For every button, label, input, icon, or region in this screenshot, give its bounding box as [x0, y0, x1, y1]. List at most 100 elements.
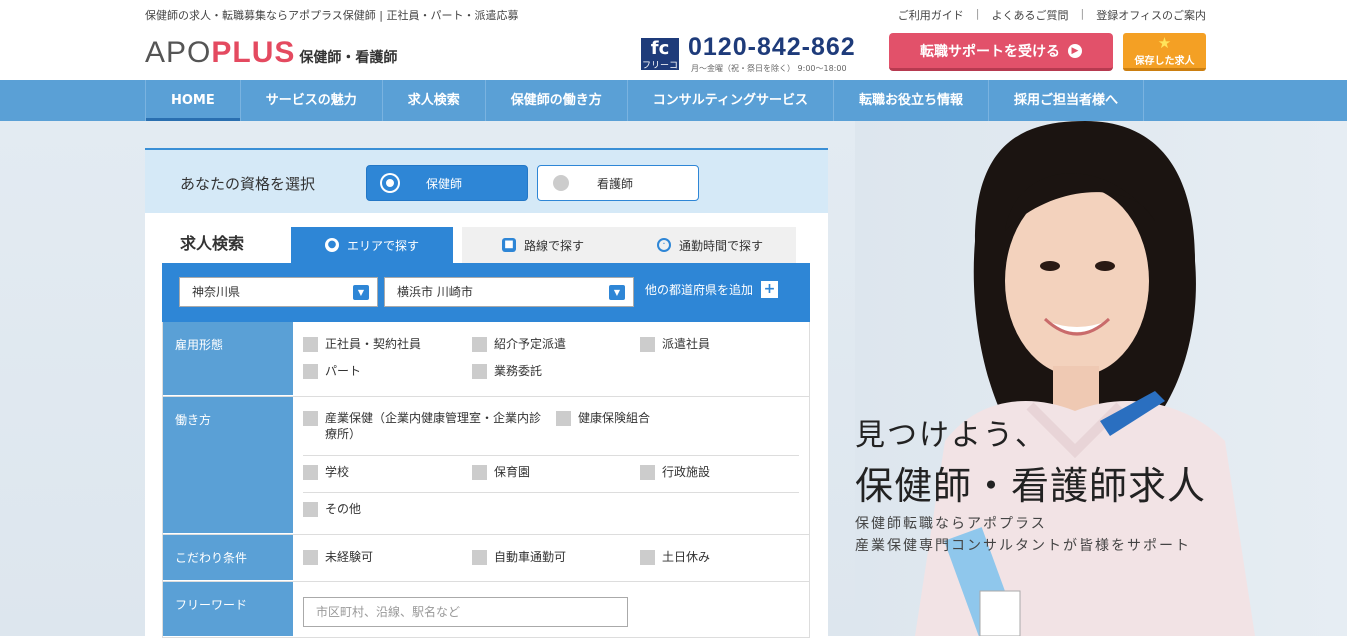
qualification-label: 看護師 — [597, 176, 634, 191]
saved-jobs-label: 保存した求人 — [1134, 56, 1195, 67]
checkbox-label: 業務委託 — [494, 364, 543, 378]
phone-hours: 月～金曜（祝・祭日を除く） 9:00～18:00 — [691, 64, 847, 73]
offices-link[interactable]: 登録オフィスのご案内 — [1096, 7, 1206, 23]
checkbox-icon — [472, 364, 487, 379]
logo-plus: PLUS — [211, 36, 296, 69]
checkbox-icon — [640, 550, 655, 565]
checkbox-temp-to-perm[interactable]: 紹介予定派遣 — [472, 336, 566, 352]
filter-employment: 雇用形態 正社員・契約社員 紹介予定派遣 派遣社員 パート 業務委託 — [162, 322, 810, 397]
checkbox-other[interactable]: その他 — [303, 501, 361, 517]
filter-label: こだわり条件 — [163, 535, 293, 581]
checkbox-label: 派遣社員 — [662, 337, 711, 351]
add-prefecture-label: 他の都道府県を追加 — [645, 283, 754, 297]
hero-sub-1: 保健師転職ならアポプラス — [855, 516, 1047, 532]
link-separator: | — [975, 7, 980, 20]
map-pin-icon: ● — [324, 238, 339, 252]
nav-workstyles[interactable]: 保健師の働き方 — [486, 80, 628, 121]
site-header: 保健師の求人・転職募集ならアポプラス保健師 | 正社員・パート・派遣応募 ご利用… — [0, 0, 1347, 83]
checkbox-label: 未経験可 — [325, 550, 374, 564]
checkbox-school[interactable]: 学校 — [303, 464, 349, 480]
utility-links: ご利用ガイド | よくあるご質問 | 登録オフィスのご案内 — [898, 7, 1206, 23]
checkbox-contract[interactable]: 業務委託 — [472, 363, 542, 379]
site-tagline: 保健師の求人・転職募集ならアポプラス保健師 | 正社員・パート・派遣応募 — [145, 9, 519, 22]
checkbox-label: 学校 — [325, 465, 350, 479]
row-divider — [303, 492, 799, 493]
checkbox-fulltime[interactable]: 正社員・契約社員 — [303, 336, 421, 352]
nav-job-search[interactable]: 求人検索 — [383, 80, 486, 121]
checkbox-icon — [303, 502, 318, 517]
filter-workstyle: 働き方 産業保健（企業内健康管理室・企業内診療所） 健康保険組合 学校 保育園 … — [162, 397, 810, 535]
checkbox-nursery[interactable]: 保育園 — [472, 464, 530, 480]
checkbox-label: 保育園 — [494, 465, 531, 479]
checkbox-label: 紹介予定派遣 — [494, 337, 567, 351]
prefecture-select[interactable]: 神奈川県 ▼ — [179, 277, 378, 307]
nav-employers[interactable]: 採用ご担当者様へ — [989, 80, 1145, 121]
checkbox-label: その他 — [325, 502, 362, 516]
site-logo[interactable]: APO PLUS 保健師・看護師 — [145, 36, 397, 70]
checkbox-parttime[interactable]: パート — [303, 363, 361, 379]
clock-icon: · — [656, 238, 671, 252]
career-support-label: 転職サポートを受ける — [920, 43, 1060, 60]
hero-sub-2: 産業保健専門コンサルタントが皆様をサポート — [855, 538, 1191, 554]
nav-home[interactable]: HOME — [145, 80, 241, 121]
tab-area[interactable]: ● エリアで探す — [291, 227, 453, 263]
checkbox-icon — [472, 550, 487, 565]
checkbox-icon — [472, 337, 487, 352]
hero-photo — [855, 121, 1347, 636]
tab-commute[interactable]: · 通勤時間で探す — [624, 227, 796, 263]
row-divider — [303, 455, 799, 456]
filter-freeword: フリーワード 市区町村、沿線、駅名など — [162, 582, 810, 638]
tab-label: 通勤時間で探す — [678, 238, 763, 253]
filter-label: フリーワード — [163, 582, 293, 637]
career-support-button[interactable]: 転職サポートを受ける ▶ — [889, 33, 1113, 71]
qualification-option-nurse[interactable]: 看護師 — [537, 165, 699, 201]
checkbox-government[interactable]: 行政施設 — [640, 464, 710, 480]
chevron-down-icon: ▼ — [353, 285, 369, 300]
freecall-mark: fc — [650, 38, 670, 59]
guide-link[interactable]: ご利用ガイド — [898, 7, 964, 23]
arrow-right-icon: ▶ — [1068, 43, 1082, 58]
checkbox-icon — [472, 465, 487, 480]
main-nav: HOME サービスの魅力 求人検索 保健師の働き方 コンサルティングサービス 転… — [0, 80, 1347, 121]
logo-apo: APO — [145, 36, 212, 69]
logo-subtitle: 保健師・看護師 — [299, 50, 398, 66]
add-prefecture-button[interactable]: 他の都道府県を追加 + — [645, 281, 779, 298]
faq-link[interactable]: よくあるご質問 — [992, 7, 1069, 23]
checkbox-label: 健康保険組合 — [578, 411, 651, 425]
checkbox-no-experience[interactable]: 未経験可 — [303, 549, 373, 565]
plus-icon: + — [761, 281, 779, 298]
checkbox-weekends-off[interactable]: 土日休み — [640, 549, 710, 565]
tab-line[interactable]: ■ 路線で探す — [462, 227, 624, 263]
checkbox-icon — [640, 337, 655, 352]
checkbox-icon — [556, 411, 571, 426]
checkbox-label: 自動車通勤可 — [494, 550, 567, 564]
checkbox-icon — [303, 364, 318, 379]
qualification-option-nurse-public[interactable]: 保健師 — [366, 165, 528, 201]
filter-label: 雇用形態 — [163, 322, 293, 396]
nav-career-info[interactable]: 転職お役立ち情報 — [834, 80, 990, 121]
link-separator: | — [1080, 7, 1085, 20]
saved-jobs-button[interactable]: ★ 保存した求人 — [1123, 33, 1206, 71]
prefecture-value: 神奈川県 — [192, 285, 241, 299]
nav-service[interactable]: サービスの魅力 — [241, 80, 383, 121]
nav-consulting[interactable]: コンサルティングサービス — [628, 80, 835, 121]
city-value: 横浜市 川崎市 — [397, 285, 473, 299]
checkbox-icon — [640, 465, 655, 480]
checkbox-health-insurance[interactable]: 健康保険組合 — [556, 410, 650, 426]
tab-label: エリアで探す — [346, 238, 419, 253]
city-select[interactable]: 横浜市 川崎市 ▼ — [384, 277, 634, 307]
checkbox-icon — [303, 550, 318, 565]
train-icon: ■ — [501, 238, 516, 252]
search-panel: あなたの資格を選択 保健師 看護師 求人検索 ● エリアで探す ■ 路線で探す … — [145, 148, 828, 638]
checkbox-label: 土日休み — [662, 550, 711, 564]
checkbox-occupational-health[interactable]: 産業保健（企業内健康管理室・企業内診療所） — [303, 410, 543, 442]
search-title: 求人検索 — [180, 234, 245, 253]
chevron-down-icon: ▼ — [609, 285, 625, 300]
checkbox-label: パート — [325, 364, 362, 378]
checkbox-car-commute[interactable]: 自動車通勤可 — [472, 549, 566, 565]
checkbox-label: 正社員・契約社員 — [325, 337, 422, 351]
checkbox-dispatch[interactable]: 派遣社員 — [640, 336, 710, 352]
freeword-input[interactable]: 市区町村、沿線、駅名など — [303, 597, 628, 627]
phone-number[interactable]: 0120-842-862 — [688, 33, 856, 62]
qualification-label: 保健師 — [426, 176, 463, 191]
